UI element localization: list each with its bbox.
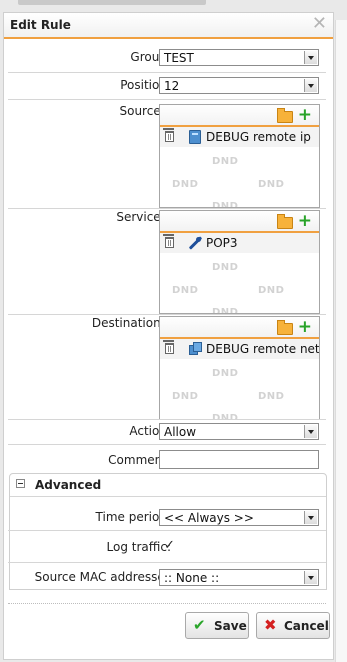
folder-icon[interactable] — [277, 214, 293, 229]
drop-zone-hint: DND — [258, 391, 285, 402]
chevron-down-icon[interactable] — [304, 571, 317, 584]
service-icon — [189, 236, 201, 250]
source-mac-select[interactable]: :: None :: — [159, 569, 319, 586]
footer-separator — [8, 603, 326, 604]
network-icon — [189, 342, 202, 356]
sources-panel[interactable]: + DEBUG remote ip DND DND DND DND — [159, 104, 320, 208]
log-traffic-checkbox[interactable]: ✓ — [164, 538, 175, 553]
service-item-label: POP3 — [206, 236, 238, 250]
divider — [8, 314, 326, 315]
chevron-down-icon[interactable] — [304, 51, 317, 64]
chevron-down-icon[interactable] — [304, 79, 317, 92]
drop-zone-hint: DND — [212, 368, 239, 379]
folder-icon[interactable] — [277, 320, 293, 335]
services-panel-header: + — [160, 211, 319, 233]
drop-zone-hint: DND — [172, 391, 199, 402]
destinations-panel-header: + — [160, 317, 319, 339]
source-item-label: DEBUG remote ip — [206, 130, 311, 144]
plus-icon[interactable]: + — [298, 106, 312, 124]
destination-item-label: DEBUG remote net — [206, 342, 320, 356]
advanced-header[interactable]: Advanced — [10, 474, 326, 497]
source-mac-select-value: :: None :: — [164, 571, 220, 585]
drop-zone-hint: DND — [212, 156, 239, 167]
chevron-down-icon[interactable] — [304, 425, 317, 438]
drop-zone-hint: DND — [172, 285, 199, 296]
drop-zone-hint: DND — [212, 307, 239, 314]
divider — [8, 530, 326, 531]
group-select[interactable]: TEST — [159, 49, 319, 66]
chevron-down-icon[interactable] — [304, 511, 317, 524]
advanced-title: Advanced — [35, 478, 102, 492]
background-toolbar — [0, 0, 347, 8]
save-button-label: Save — [214, 619, 247, 633]
cancel-button-label: Cancel — [284, 619, 329, 633]
background-tab — [18, 0, 206, 5]
dialog-titlebar[interactable]: Edit Rule ✕ — [4, 13, 333, 39]
log-traffic-label: Log traffic: — [106, 540, 171, 554]
background-panel-edge — [335, 20, 347, 662]
services-panel[interactable]: + POP3 DND DND DND DND — [159, 210, 320, 314]
drop-zone-hint: DND — [172, 179, 199, 190]
save-button[interactable]: ✔ Save — [185, 612, 249, 639]
trash-icon[interactable] — [163, 128, 174, 142]
group-select-value: TEST — [164, 51, 194, 65]
trash-icon[interactable] — [163, 340, 174, 354]
list-item[interactable]: DEBUG remote net — [160, 339, 319, 359]
comment-input[interactable] — [159, 450, 319, 469]
close-icon[interactable]: ✕ — [312, 14, 327, 34]
divider — [8, 444, 326, 445]
plus-icon[interactable]: + — [298, 318, 312, 336]
dialog-title: Edit Rule — [10, 18, 71, 32]
time-period-select[interactable]: << Always >> — [159, 509, 319, 526]
action-select[interactable]: Allow — [159, 423, 319, 440]
drop-zone-hint: DND — [212, 201, 239, 208]
minus-icon[interactable] — [16, 479, 25, 488]
divider — [8, 419, 326, 420]
destinations-panel[interactable]: + DEBUG remote net DND DND DND DND — [159, 316, 320, 420]
check-icon: ✔ — [193, 616, 206, 634]
close-icon: ✖ — [264, 616, 277, 634]
divider — [8, 562, 326, 563]
plus-icon[interactable]: + — [298, 212, 312, 230]
time-period-select-value: << Always >> — [164, 511, 254, 525]
divider — [8, 208, 326, 209]
list-item[interactable]: DEBUG remote ip — [160, 127, 319, 147]
divider — [8, 72, 326, 73]
position-select[interactable]: 12 — [159, 77, 319, 94]
divider — [8, 99, 326, 100]
sources-panel-header: + — [160, 105, 319, 127]
drop-zone-hint: DND — [258, 179, 285, 190]
source-mac-label: Source MAC addresses — [34, 570, 171, 584]
cancel-button[interactable]: ✖ Cancel — [256, 612, 330, 639]
trash-icon[interactable] — [163, 234, 174, 248]
list-item[interactable]: POP3 — [160, 233, 319, 253]
drop-zone-hint: DND — [258, 285, 285, 296]
folder-icon[interactable] — [277, 108, 293, 123]
position-select-value: 12 — [164, 79, 180, 93]
action-select-value: Allow — [164, 425, 197, 439]
host-icon — [189, 130, 201, 144]
drop-zone-hint: DND — [212, 262, 239, 273]
